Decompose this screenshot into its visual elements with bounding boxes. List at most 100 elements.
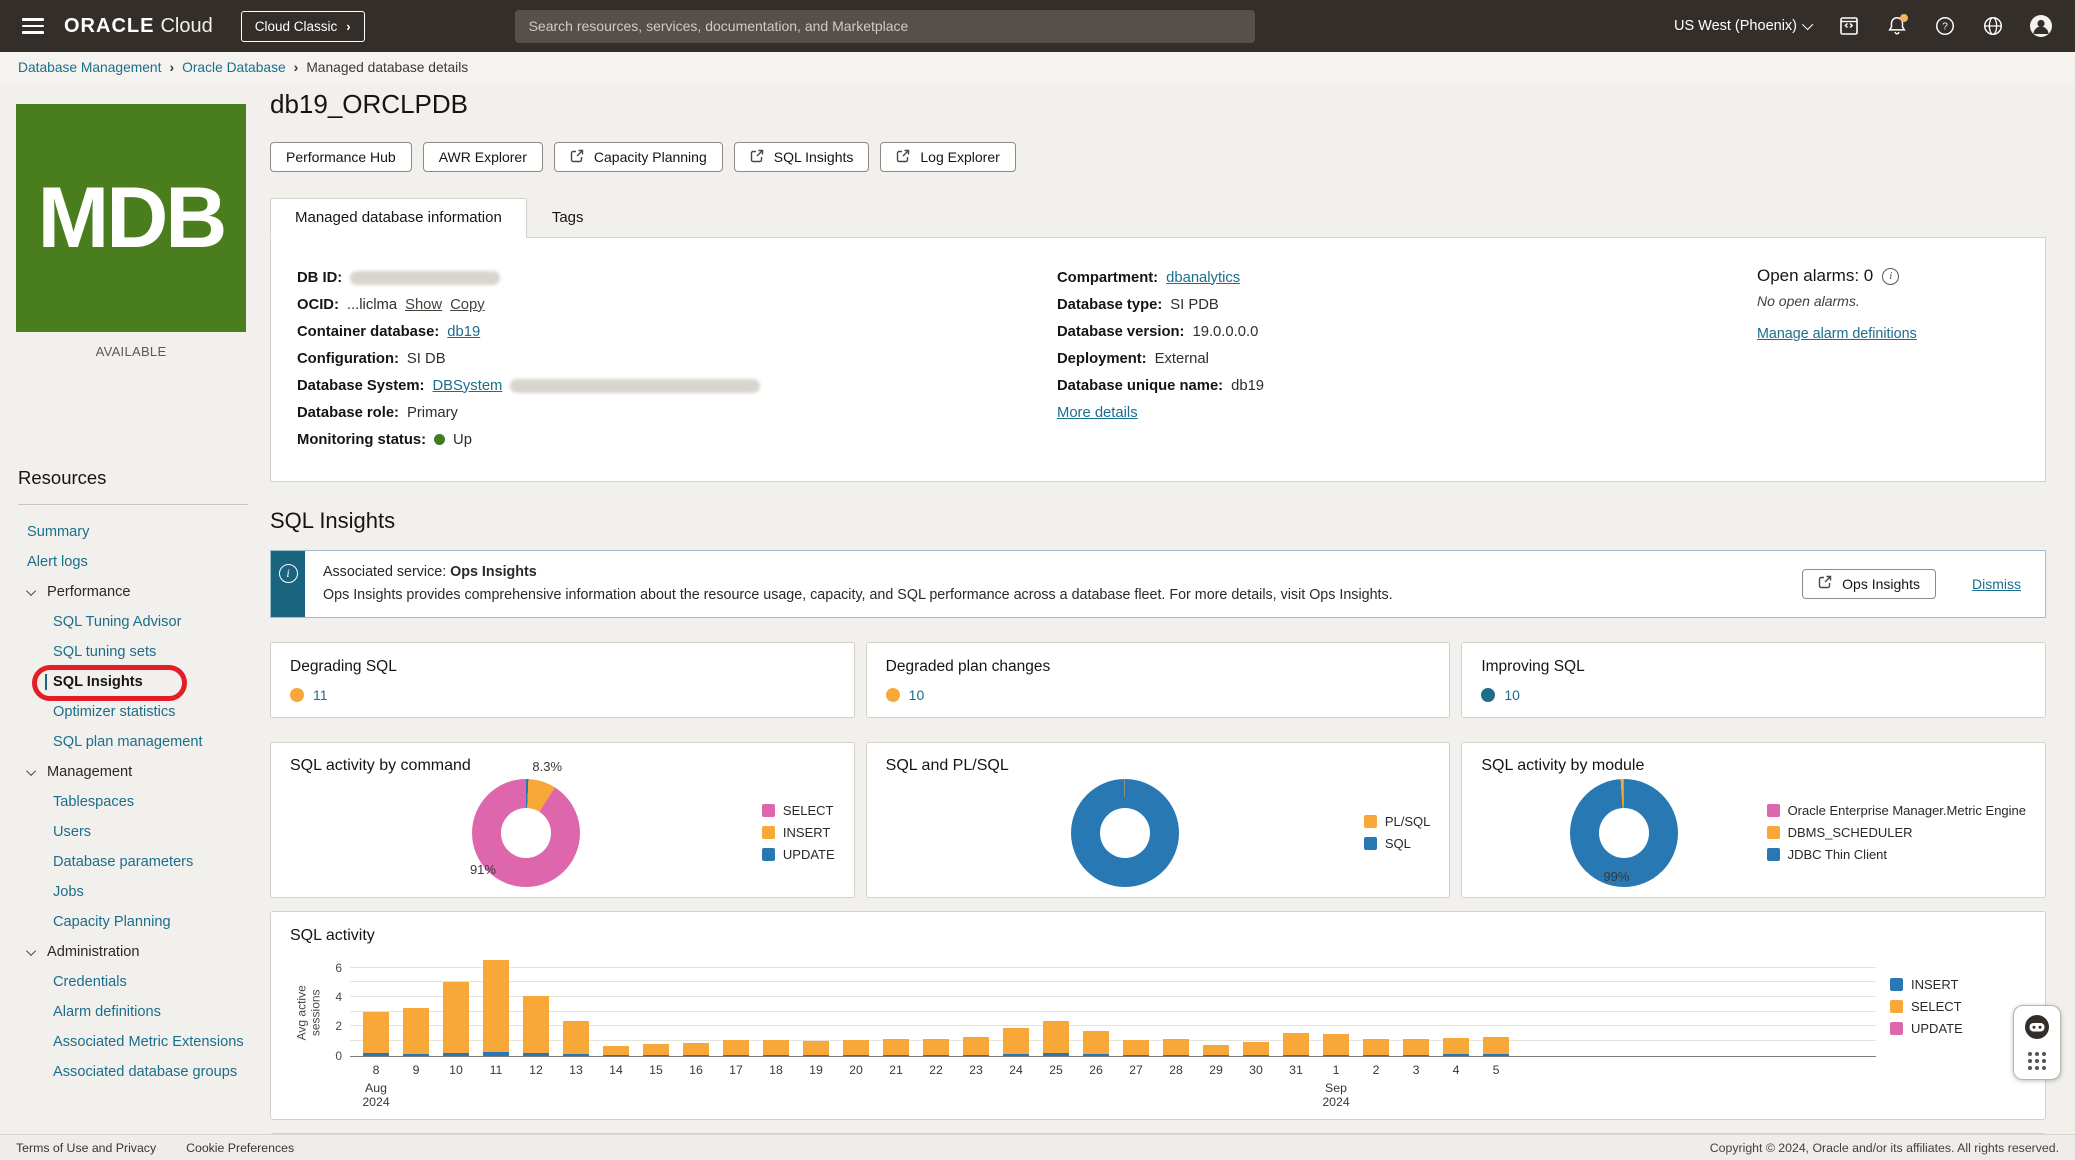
bar-stack — [1123, 1040, 1149, 1056]
sidebar-group-performance[interactable]: Performance — [29, 584, 131, 600]
sidebar-item-database-parameters[interactable]: Database parameters — [53, 854, 193, 870]
day-label: 27 — [1129, 1063, 1143, 1077]
sidebar-item-capacity-planning[interactable]: Capacity Planning — [53, 914, 171, 930]
sidebar-item-credentials[interactable]: Credentials — [53, 974, 127, 990]
chat-bot-icon[interactable] — [2023, 1013, 2051, 1041]
sidebar-item-tablespaces[interactable]: Tablespaces — [53, 794, 134, 810]
sidebar-item-associated-database-groups[interactable]: Associated database groups — [53, 1064, 237, 1080]
x-tick-9: 9 — [396, 1063, 436, 1109]
notifications-bell-icon[interactable] — [1885, 14, 1909, 38]
app-grid-icon[interactable] — [2026, 1050, 2048, 1072]
log-explorer-button[interactable]: Log Explorer — [880, 142, 1015, 172]
legend-label: SELECT — [783, 803, 834, 818]
sidebar-group-administration[interactable]: Administration — [29, 944, 139, 960]
info-icon[interactable]: i — [1882, 268, 1899, 285]
cookie-preferences-link[interactable]: Cookie Preferences — [186, 1141, 294, 1155]
help-icon[interactable]: ? — [1933, 14, 1957, 38]
log-explorer-label: Log Explorer — [920, 149, 999, 165]
sidebar-item-sql-tuning-advisor[interactable]: SQL Tuning Advisor — [53, 614, 181, 630]
bar-column-18 — [756, 956, 796, 1056]
sql-activity-chart: Avg active sessions 0246 INSERTSELECTUPD… — [290, 957, 2026, 1057]
ops-insights-button[interactable]: Ops Insights — [1802, 569, 1936, 599]
more-details-link[interactable]: More details — [1057, 405, 1138, 421]
bar-column-11 — [476, 956, 516, 1056]
sidebar-item-users[interactable]: Users — [53, 824, 91, 840]
footer-links: Terms of Use and Privacy Cookie Preferenc… — [16, 1141, 294, 1155]
sidebar-row: Credentials — [0, 967, 270, 997]
sql-insights-button[interactable]: SQL Insights — [734, 142, 870, 172]
breadcrumb-separator-icon: › — [169, 59, 174, 75]
bar-segment-select — [963, 1037, 989, 1055]
bars-container — [356, 956, 1516, 1056]
menu-icon[interactable] — [22, 18, 44, 34]
day-label: 30 — [1249, 1063, 1263, 1077]
dismiss-link[interactable]: Dismiss — [1972, 576, 2021, 592]
breadcrumb: Database Management›Oracle Database›Mana… — [0, 52, 2075, 82]
sidebar-item-alert-logs[interactable]: Alert logs — [27, 554, 88, 570]
bar-column-4 — [1436, 956, 1476, 1056]
sql-insights-label: SQL Insights — [774, 149, 854, 165]
info-field-monitoring-status: Monitoring status:Up — [297, 426, 1057, 453]
donut-card-body: PL/SQLSQL — [886, 775, 1431, 891]
show-link[interactable]: Show — [405, 297, 442, 313]
sidebar-item-sql-insights[interactable]: SQL Insights — [45, 674, 143, 690]
field-value: SI PDB — [1170, 297, 1219, 313]
sidebar-item-associated-metric-extensions[interactable]: Associated Metric Extensions — [53, 1034, 244, 1050]
tab-tags[interactable]: Tags — [527, 198, 609, 238]
sidebar-item-alarm-definitions[interactable]: Alarm definitions — [53, 1004, 161, 1020]
capacity-planning-button[interactable]: Capacity Planning — [554, 142, 723, 172]
tab-managed-database-information[interactable]: Managed database information — [270, 198, 527, 238]
x-tick-22: 22 — [916, 1063, 956, 1109]
field-value: ...liclma — [347, 297, 397, 313]
sidebar-item-summary[interactable]: Summary — [27, 524, 89, 540]
breadcrumb-item-oracle-database[interactable]: Oracle Database — [182, 60, 286, 75]
managed-database-information-panel: DB ID:OCID:...liclmaShowCopyContainer da… — [270, 237, 2046, 482]
external-link-icon — [750, 149, 764, 166]
field-value: External — [1155, 351, 1209, 367]
bar-stack — [1043, 1021, 1069, 1056]
card-count-link[interactable]: 10 — [1504, 687, 1520, 703]
card-count-link[interactable]: 10 — [909, 687, 925, 703]
copy-link[interactable]: Copy — [450, 297, 485, 313]
legend-swatch — [1364, 815, 1377, 828]
card-count-link[interactable]: 11 — [313, 687, 328, 703]
awr-explorer-button[interactable]: AWR Explorer — [423, 142, 543, 172]
bar-segment-insert — [603, 1055, 629, 1056]
x-tick-23: 23 — [956, 1063, 996, 1109]
cloud-classic-button[interactable]: Cloud Classic › — [241, 11, 365, 42]
cloud-shell-icon[interactable] — [1837, 14, 1861, 38]
sidebar-group-management[interactable]: Management — [29, 764, 132, 780]
sidebar-item-sql-tuning-sets[interactable]: SQL tuning sets — [53, 644, 156, 660]
status-dot-icon — [1481, 688, 1495, 702]
legend-swatch — [762, 848, 775, 861]
sidebar-row: Alert logs — [0, 547, 270, 577]
info-field-db-id: DB ID: — [297, 264, 1057, 291]
sidebar-item-sql-plan-management[interactable]: SQL plan management — [53, 734, 203, 750]
legend-item-update: UPDATE — [762, 847, 835, 862]
dbanalytics-link[interactable]: dbanalytics — [1166, 270, 1240, 286]
breadcrumb-item-database-management[interactable]: Database Management — [18, 60, 161, 75]
sidebar-item-jobs[interactable]: Jobs — [53, 884, 84, 900]
search-input[interactable] — [515, 10, 1255, 43]
manage-alarm-definitions-link[interactable]: Manage alarm definitions — [1757, 326, 1917, 342]
resources-nav: Summary Alert logs Performance SQL Tuning A… — [0, 517, 270, 1087]
bar-segment-select — [923, 1039, 949, 1055]
oracle-cloud-logo[interactable]: ORACLE Cloud — [64, 15, 213, 38]
user-avatar[interactable] — [2029, 14, 2053, 38]
card-value-row: 10 — [1481, 687, 2026, 703]
performance-hub-button[interactable]: Performance Hub — [270, 142, 412, 172]
terms-of-use-and-privacy-link[interactable]: Terms of Use and Privacy — [16, 1141, 156, 1155]
y-tick-label: 6 — [324, 961, 342, 975]
db19-link[interactable]: db19 — [447, 324, 480, 340]
banner-service-name: Ops Insights — [450, 564, 537, 580]
top-bar-right: US West (Phoenix) ? — [1674, 14, 2053, 38]
footer: Terms of Use and Privacy Cookie Preferenc… — [0, 1134, 2075, 1160]
sidebar-item-optimizer-statistics[interactable]: Optimizer statistics — [53, 704, 175, 720]
language-globe-icon[interactable] — [1981, 14, 2005, 38]
dbsystem-link[interactable]: DBSystem — [432, 378, 502, 394]
donut-legend: PL/SQLSQL — [1364, 814, 1431, 851]
region-selector[interactable]: US West (Phoenix) — [1674, 18, 1813, 34]
field-label: DB ID: — [297, 270, 342, 286]
x-tick-20: 20 — [836, 1063, 876, 1109]
donut-area: 8.3%91% — [290, 779, 762, 887]
